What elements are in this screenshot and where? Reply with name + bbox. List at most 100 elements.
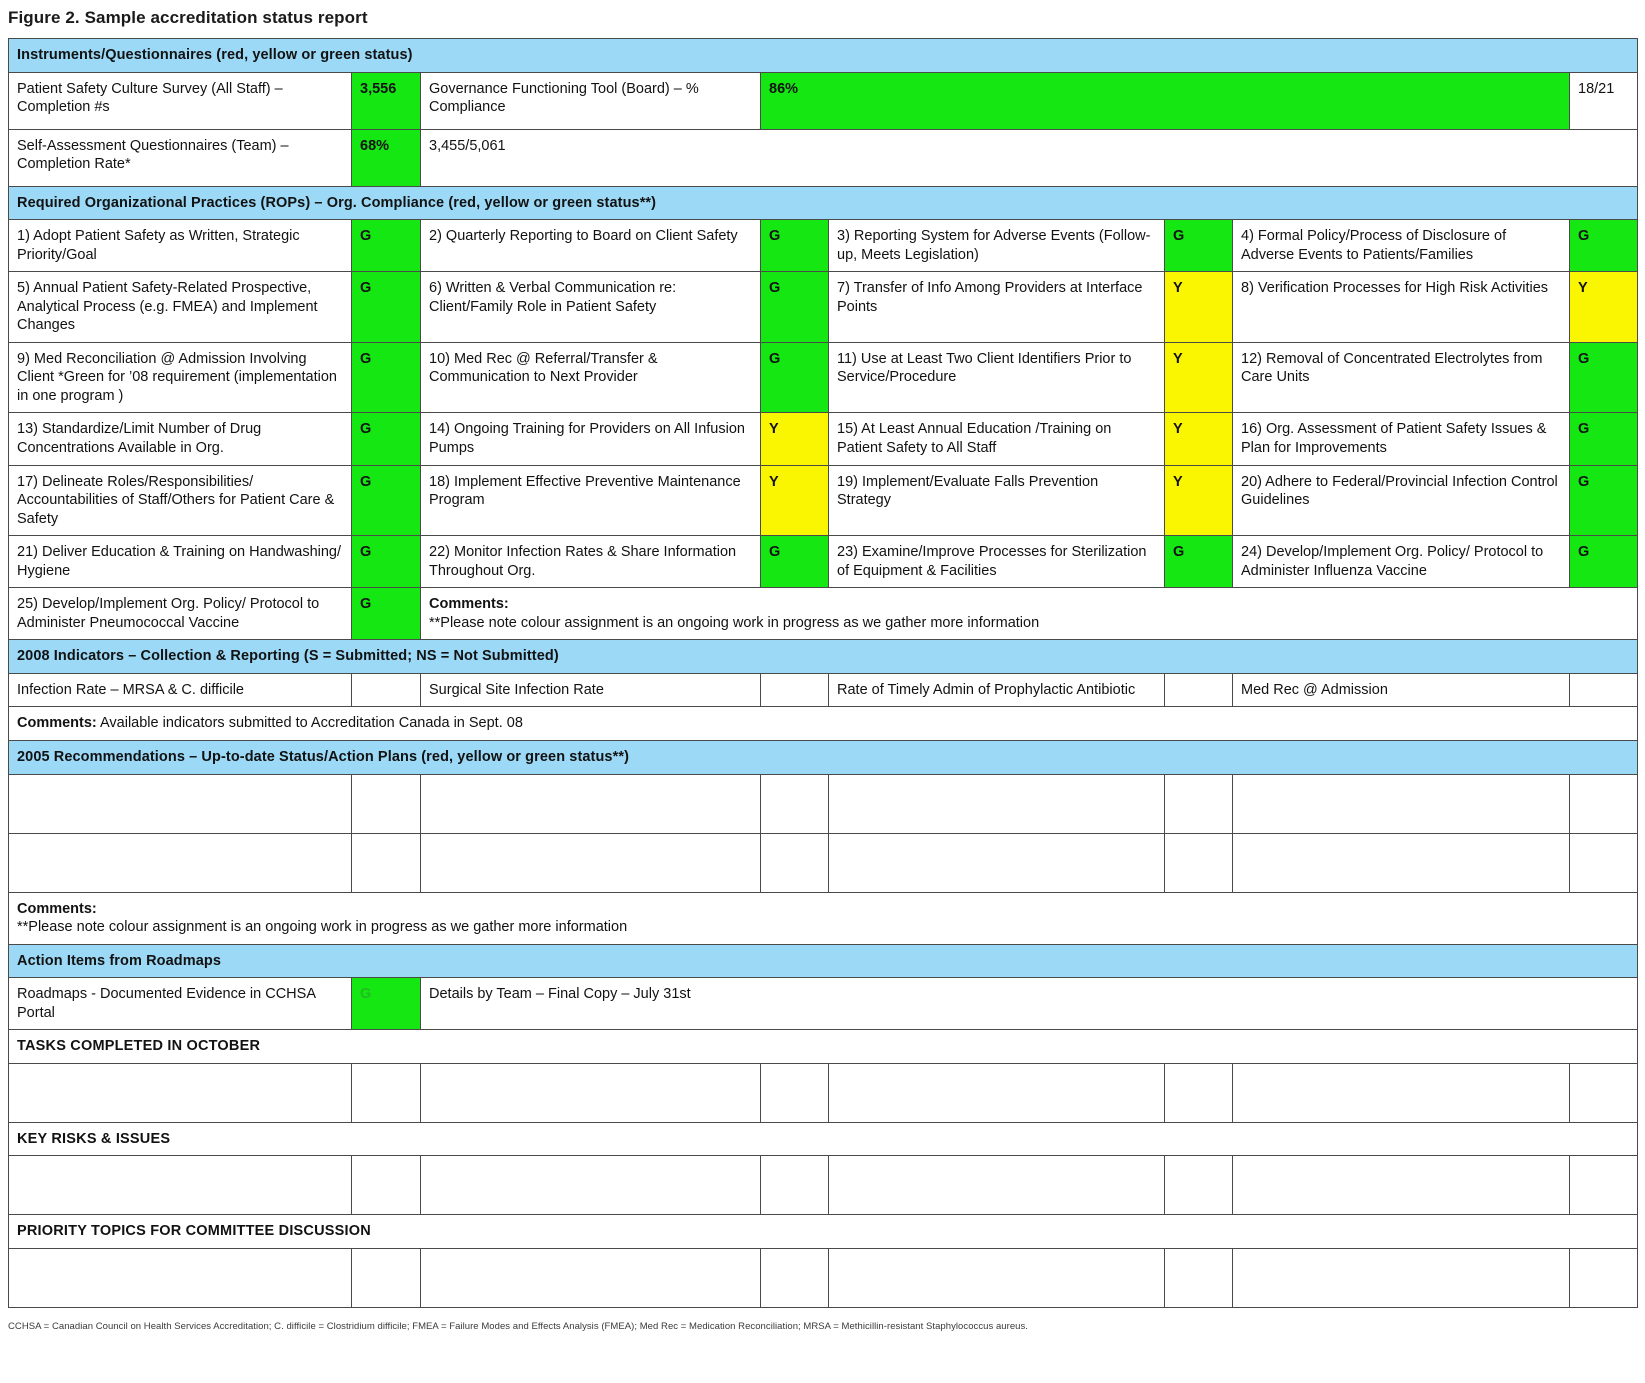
rops-comments-label: Comments: (429, 595, 1629, 614)
recommendations-comments-text: **Please note colour assignment is an on… (17, 918, 1629, 937)
blank-status-cell[interactable] (352, 1156, 421, 1215)
blank-cell[interactable] (9, 774, 352, 833)
blank-status-cell[interactable] (1570, 1248, 1638, 1307)
indicators-comments-label: Comments: (17, 715, 97, 731)
table-footnote: CCHSA = Canadian Council on Health Servi… (0, 1308, 1645, 1343)
rop-status: G (761, 536, 829, 588)
blank-cell[interactable] (829, 833, 1165, 892)
key-risks-blank-row (9, 1156, 1638, 1215)
section-header-row-key-risks: KEY RISKS & ISSUES (9, 1122, 1638, 1156)
blank-cell[interactable] (421, 1063, 761, 1122)
blank-status-cell[interactable] (761, 833, 829, 892)
rop-text: 21) Deliver Education & Training on Hand… (9, 536, 352, 588)
tasks-october-blank-row (9, 1063, 1638, 1122)
blank-cell[interactable] (421, 1156, 761, 1215)
rop-text: 25) Develop/Implement Org. Policy/ Proto… (9, 588, 352, 640)
blank-status-cell[interactable] (352, 1063, 421, 1122)
blank-cell[interactable] (1233, 774, 1570, 833)
rop-text: 8) Verification Processes for High Risk … (1233, 272, 1570, 343)
section-header-row-priority-topics: PRIORITY TOPICS FOR COMMITTEE DISCUSSION (9, 1215, 1638, 1249)
blank-cell[interactable] (829, 1156, 1165, 1215)
rop-status: G (761, 272, 829, 343)
rop-text: 2) Quarterly Reporting to Board on Clien… (421, 220, 761, 272)
blank-cell[interactable] (829, 774, 1165, 833)
blank-cell[interactable] (9, 1156, 352, 1215)
blank-status-cell[interactable] (761, 1248, 829, 1307)
rop-status: Y (1165, 342, 1233, 413)
blank-status-cell[interactable] (352, 1248, 421, 1307)
rop-status: Y (761, 465, 829, 536)
rop-status: G (1165, 536, 1233, 588)
rop-text: 13) Standardize/Limit Number of Drug Con… (9, 413, 352, 465)
rop-status: G (1570, 465, 1638, 536)
blank-status-cell[interactable] (1570, 833, 1638, 892)
action-item-detail: Details by Team – Final Copy – July 31st (421, 978, 1638, 1030)
section-heading-priority-topics: PRIORITY TOPICS FOR COMMITTEE DISCUSSION (9, 1215, 1638, 1249)
blank-status-cell[interactable] (352, 774, 421, 833)
blank-cell[interactable] (829, 1063, 1165, 1122)
blank-status-cell[interactable] (352, 833, 421, 892)
rop-text: 11) Use at Least Two Client Identifiers … (829, 342, 1165, 413)
blank-status-cell[interactable] (1165, 1248, 1233, 1307)
blank-status-cell[interactable] (1570, 1156, 1638, 1215)
blank-status-cell[interactable] (1165, 774, 1233, 833)
section-header-row-indicators: 2008 Indicators – Collection & Reporting… (9, 640, 1638, 674)
blank-cell[interactable] (9, 1248, 352, 1307)
rop-text: 5) Annual Patient Safety-Related Prospec… (9, 272, 352, 343)
recommendations-comments-row: Comments: **Please note colour assignmen… (9, 892, 1638, 944)
rop-text: 16) Org. Assessment of Patient Safety Is… (1233, 413, 1570, 465)
rop-text: 23) Examine/Improve Processes for Steril… (829, 536, 1165, 588)
rop-status: Y (1165, 465, 1233, 536)
blank-status-cell[interactable] (1165, 833, 1233, 892)
rop-row: 9) Med Reconciliation @ Admission Involv… (9, 342, 1638, 413)
section-heading-instruments: Instruments/Questionnaires (red, yellow … (9, 39, 1638, 73)
recommendations-comments-label: Comments: (17, 900, 1629, 919)
action-item-status: G (352, 978, 421, 1030)
rops-comments-text: **Please note colour assignment is an on… (429, 614, 1629, 633)
instruments-row-2: Self-Assessment Questionnaires (Team) – … (9, 129, 1638, 186)
action-item-status-letter: G (360, 986, 371, 1002)
blank-cell[interactable] (1233, 833, 1570, 892)
blank-cell[interactable] (421, 1248, 761, 1307)
indicator-status (1570, 673, 1638, 707)
recommendations-blank-row (9, 774, 1638, 833)
blank-status-cell[interactable] (1165, 1156, 1233, 1215)
rop-status: G (352, 272, 421, 343)
blank-cell[interactable] (1233, 1063, 1570, 1122)
rop-status: G (1570, 536, 1638, 588)
rop-text: 7) Transfer of Info Among Providers at I… (829, 272, 1165, 343)
instruments-trailing-1: 18/21 (1570, 72, 1638, 129)
section-header-row-rops: Required Organizational Practices (ROPs)… (9, 186, 1638, 220)
rop-text: 19) Implement/Evaluate Falls Prevention … (829, 465, 1165, 536)
blank-cell[interactable] (1233, 1156, 1570, 1215)
blank-status-cell[interactable] (1165, 1063, 1233, 1122)
instruments-status-2: 68% (352, 129, 421, 186)
indicator-text: Rate of Timely Admin of Prophylactic Ant… (829, 673, 1165, 707)
rop-text: 15) At Least Annual Education /Training … (829, 413, 1165, 465)
action-item-label: Roadmaps - Documented Evidence in CCHSA … (9, 978, 352, 1030)
blank-cell[interactable] (421, 774, 761, 833)
blank-status-cell[interactable] (761, 1156, 829, 1215)
blank-status-cell[interactable] (761, 774, 829, 833)
rop-text: 24) Develop/Implement Org. Policy/ Proto… (1233, 536, 1570, 588)
rop-text: 20) Adhere to Federal/Provincial Infecti… (1233, 465, 1570, 536)
rop-status: G (352, 536, 421, 588)
instruments-label-1: Patient Safety Culture Survey (All Staff… (9, 72, 352, 129)
blank-status-cell[interactable] (1570, 774, 1638, 833)
rop-status: G (1570, 220, 1638, 272)
rop-row: 21) Deliver Education & Training on Hand… (9, 536, 1638, 588)
action-items-row: Roadmaps - Documented Evidence in CCHSA … (9, 978, 1638, 1030)
blank-status-cell[interactable] (1570, 1063, 1638, 1122)
blank-status-cell[interactable] (761, 1063, 829, 1122)
blank-cell[interactable] (9, 1063, 352, 1122)
blank-cell[interactable] (9, 833, 352, 892)
indicator-text: Surgical Site Infection Rate (421, 673, 761, 707)
blank-cell[interactable] (829, 1248, 1165, 1307)
blank-cell[interactable] (421, 833, 761, 892)
accreditation-status-table: Instruments/Questionnaires (red, yellow … (8, 38, 1638, 1308)
rop-status: G (352, 342, 421, 413)
rop-row-with-comments: 25) Develop/Implement Org. Policy/ Proto… (9, 588, 1638, 640)
indicators-comments-row: Comments: Available indicators submitted… (9, 707, 1638, 741)
instruments-status-1: 3,556 (352, 72, 421, 129)
blank-cell[interactable] (1233, 1248, 1570, 1307)
